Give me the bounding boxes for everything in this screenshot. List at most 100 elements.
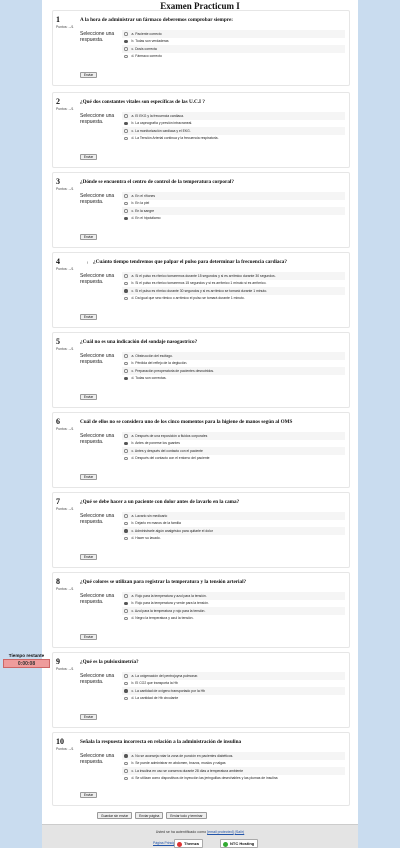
radio-button[interactable]: [124, 616, 128, 620]
answer-option[interactable]: d. Después del contacto con el entorno d…: [122, 455, 345, 463]
answer-option[interactable]: c. La insulina en uso se conserva durant…: [122, 767, 345, 775]
answer-option[interactable]: b. Rojo para la temperatura y verde para…: [122, 600, 345, 608]
send-all-finish-button[interactable]: Enviar todo y terminar: [166, 812, 207, 819]
ntc-hosting-badge[interactable]: NTC Hosting: [220, 839, 259, 848]
radio-button[interactable]: [124, 47, 128, 51]
answer-option[interactable]: d. Todas son correctas.: [122, 375, 345, 383]
answer-option[interactable]: b. La capnografía y presión intracraneal…: [122, 120, 345, 128]
radio-button[interactable]: [124, 39, 128, 43]
answer-option[interactable]: b. Pérdida del reflejo de la deglución.: [122, 360, 345, 368]
answer-option-label: c. Administrarle algún analgésico para q…: [131, 528, 213, 533]
radio-button[interactable]: [124, 696, 128, 700]
radio-button[interactable]: [124, 536, 128, 540]
login-user-link[interactable]: [email protected]: [207, 830, 234, 834]
answer-option[interactable]: a. Obstrucción del esófago.: [122, 352, 345, 360]
radio-button[interactable]: [124, 194, 128, 198]
answer-option[interactable]: b. En la piel: [122, 200, 345, 208]
answer-option[interactable]: c. La cantidad de oxígeno transportado p…: [122, 687, 345, 695]
answer-option[interactable]: a. La oxigenación del pentrojoyna pulmon…: [122, 672, 345, 680]
radio-button[interactable]: [124, 281, 128, 285]
answer-option[interactable]: a. Paciente correcto: [122, 30, 345, 38]
radio-button[interactable]: [124, 136, 128, 140]
exam-page: Examen Practicum I 1 Puntos: --/1 A la hor…: [42, 0, 358, 848]
send-answer-button[interactable]: Enviar: [80, 72, 97, 78]
radio-button[interactable]: [124, 369, 128, 373]
answer-option[interactable]: c. Administrarle algún analgésico para q…: [122, 527, 345, 535]
answer-option[interactable]: d. Negro la temperatura y azul la tensió…: [122, 615, 345, 623]
radio-button[interactable]: [124, 354, 128, 358]
radio-button[interactable]: [124, 514, 128, 518]
answer-option[interactable]: c. Dosis correcta: [122, 45, 345, 53]
answer-option[interactable]: d. Da igual que sea rítmico o arrítmico …: [122, 295, 345, 303]
radio-button[interactable]: [124, 32, 128, 36]
answer-option[interactable]: d. La Tensión Arterial continua y la fre…: [122, 135, 345, 143]
answer-option[interactable]: a. En el riñones: [122, 192, 345, 200]
radio-button[interactable]: [124, 129, 128, 133]
radio-button[interactable]: [124, 114, 128, 118]
radio-button[interactable]: [124, 201, 128, 205]
answer-option[interactable]: d. En el hipotálamo: [122, 215, 345, 223]
radio-button[interactable]: [124, 529, 128, 533]
question-flag-icon[interactable]: !: [87, 260, 88, 265]
answer-option[interactable]: a. Si el pulso es rítmico tomaremos dura…: [122, 272, 345, 280]
radio-button[interactable]: [124, 449, 128, 453]
send-answer-button[interactable]: Enviar: [80, 634, 97, 640]
answer-option[interactable]: c. Preparación preoperatoria de paciente…: [122, 367, 345, 375]
radio-button[interactable]: [124, 594, 128, 598]
save-without-sending-button[interactable]: Guardar sin enviar: [97, 812, 133, 819]
answer-option[interactable]: b. Se puede administrar en abdomen, braz…: [122, 760, 345, 768]
radio-button[interactable]: [124, 296, 128, 300]
answer-option[interactable]: b. Si el pulso es rítmico tomaremos 15 s…: [122, 280, 345, 288]
answer-option[interactable]: b. Antes de ponerse los guantes: [122, 440, 345, 448]
answer-option[interactable]: a. Lavarlo sin medicarlo: [122, 512, 345, 520]
answer-option[interactable]: c. Azul para la temperatura y rojo para …: [122, 607, 345, 615]
send-answer-button[interactable]: Enviar: [80, 154, 97, 160]
answer-option[interactable]: c. Si el pulso es rítmico durante 30 seg…: [122, 287, 345, 295]
radio-button[interactable]: [124, 361, 128, 365]
send-answer-button[interactable]: Enviar: [80, 714, 97, 720]
radio-button[interactable]: [124, 441, 128, 445]
answer-option[interactable]: a. Rojo para la temperatura y azul para …: [122, 592, 345, 600]
answer-option[interactable]: d. La cantidad de Hb circulante: [122, 695, 345, 703]
answer-option[interactable]: a. Después de una exposición a fluidos c…: [122, 432, 345, 440]
radio-button[interactable]: [124, 456, 128, 460]
send-answer-button[interactable]: Enviar: [80, 394, 97, 400]
radio-button[interactable]: [124, 521, 128, 525]
radio-button[interactable]: [124, 54, 128, 58]
radio-button[interactable]: [124, 769, 128, 773]
answer-option[interactable]: b. El CO2 que transporta la Hb: [122, 680, 345, 688]
radio-button[interactable]: [124, 681, 128, 685]
radio-button[interactable]: [124, 674, 128, 678]
answer-option[interactable]: c. Antes y después del contacto con el p…: [122, 447, 345, 455]
radio-button[interactable]: [124, 274, 128, 278]
radio-button[interactable]: [124, 601, 128, 605]
radio-button[interactable]: [124, 376, 128, 380]
radio-button[interactable]: [124, 754, 128, 758]
radio-button[interactable]: [124, 289, 128, 293]
answer-option[interactable]: a. No se aconseja rotar la zona de punci…: [122, 752, 345, 760]
radio-button[interactable]: [124, 689, 128, 693]
radio-button[interactable]: [124, 776, 128, 780]
answer-option[interactable]: b. Dejarlo en manos de la familia: [122, 520, 345, 528]
send-page-button[interactable]: Enviar página: [135, 812, 164, 819]
radio-button[interactable]: [124, 761, 128, 765]
answer-option[interactable]: d. Hacer su lavado.: [122, 535, 345, 543]
answer-option[interactable]: d. Fármaco correcto: [122, 53, 345, 61]
send-answer-button[interactable]: Enviar: [80, 792, 97, 798]
answer-option[interactable]: c. La monitorización cardiaca y el EKG.: [122, 127, 345, 135]
send-answer-button[interactable]: Enviar: [80, 314, 97, 320]
answer-option[interactable]: b. Todas son verdaderas: [122, 38, 345, 46]
answer-option[interactable]: c. En la sangre: [122, 207, 345, 215]
themza-badge[interactable]: Themza: [174, 839, 203, 848]
answer-option[interactable]: d. Se utilizan como dispositivos de inye…: [122, 775, 345, 783]
logout-link[interactable]: (Salir): [235, 830, 245, 834]
radio-button[interactable]: [124, 434, 128, 438]
send-answer-button[interactable]: Enviar: [80, 554, 97, 560]
radio-button[interactable]: [124, 609, 128, 613]
radio-button[interactable]: [124, 121, 128, 125]
send-answer-button[interactable]: Enviar: [80, 234, 97, 240]
radio-button[interactable]: [124, 209, 128, 213]
answer-option[interactable]: a. El EKG y la frecuencia cardiaca.: [122, 112, 345, 120]
send-answer-button[interactable]: Enviar: [80, 474, 97, 480]
radio-button[interactable]: [124, 216, 128, 220]
